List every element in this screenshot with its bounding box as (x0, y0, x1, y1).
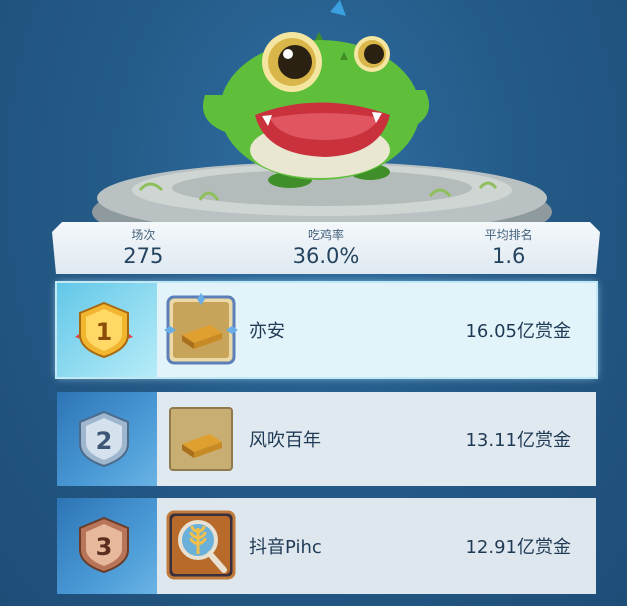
player-name: 抖音Pihc (249, 537, 322, 558)
stat-win-rate-label: 吃鸡率 (308, 228, 345, 242)
player-prize: 12.91亿赏金 (465, 537, 571, 558)
gold-bar-icon (164, 293, 238, 365)
leaderboard-row-3[interactable]: 3 抖音Pihc 12.91亿赏金 (57, 498, 596, 594)
stat-avg-rank: 平均排名 1.6 (417, 222, 600, 274)
leaderboard-row-2[interactable]: 2 风吹百年 13.11亿赏金 (57, 392, 596, 486)
silver-medal-icon: 2 (79, 410, 129, 468)
stat-avg-rank-value: 1.6 (491, 244, 526, 268)
medal-rank-number: 3 (96, 533, 113, 561)
player-name: 亦安 (249, 321, 285, 342)
stat-matches: 场次 275 (52, 222, 235, 274)
stat-win-rate: 吃鸡率 36.0% (235, 222, 418, 274)
bronze-medal-icon: 3 (79, 516, 129, 574)
stat-matches-label: 场次 (131, 228, 156, 242)
player-name: 风吹百年 (249, 430, 321, 451)
gold-bar-icon (169, 407, 233, 471)
stat-avg-rank-label: 平均排名 (484, 228, 533, 242)
medal-rank-number: 2 (96, 427, 113, 455)
mascot-showcase (92, 0, 552, 230)
medal-rank-number: 1 (96, 318, 113, 346)
frog-mascot (203, 0, 430, 188)
stats-bar: 场次 275 吃鸡率 36.0% 平均排名 1.6 (52, 222, 600, 274)
leaderboard-row-1[interactable]: 1 亦安 16.05亿赏金 (55, 281, 598, 379)
player-prize: 16.05亿赏金 (465, 321, 571, 342)
player-prize: 13.11亿赏金 (465, 430, 571, 451)
stat-win-rate-value: 36.0% (292, 244, 360, 268)
wheat-magnifier-icon (166, 510, 236, 580)
gold-medal-icon: 1 (75, 301, 133, 359)
stat-matches-value: 275 (123, 244, 164, 268)
